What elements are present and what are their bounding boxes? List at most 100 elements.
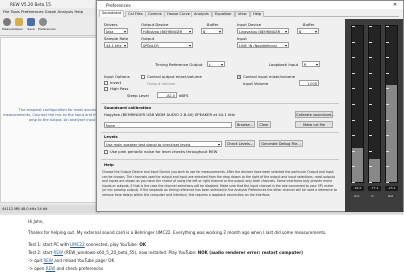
level-meter-0 bbox=[351, 25, 364, 183]
meter-tick bbox=[352, 26, 355, 27]
input-device-select[interactable]: Lingvaljgu (BEHRINGER bbox=[237, 28, 289, 34]
generate-debug-file-button[interactable]: Generate Debug File... bbox=[259, 140, 303, 147]
level-meter-fill bbox=[386, 85, 397, 182]
meter-tick bbox=[369, 104, 372, 105]
rew-window-title: REW V5.20 Beta 15 bbox=[0, 0, 100, 8]
drivers-select[interactable]: Java bbox=[104, 28, 128, 34]
meter-tick bbox=[386, 26, 389, 27]
input-volume-input[interactable]: 1.000 bbox=[299, 80, 319, 86]
tab-equaliser[interactable]: Equaliser bbox=[212, 11, 235, 17]
meter-tick bbox=[386, 72, 389, 74]
invert-checkbox[interactable] bbox=[104, 81, 108, 85]
output-volume-label: Output Volume bbox=[147, 81, 176, 86]
level-meter-label: Ref bbox=[388, 194, 393, 198]
input-select[interactable]: LINE_IN (Noodlefngrs) bbox=[237, 42, 289, 48]
invert-label: Invert bbox=[110, 80, 122, 85]
input-label: Input bbox=[237, 36, 247, 41]
level-meter-label: In bbox=[371, 194, 374, 198]
post-line-5: -> open REW and check preferences bbox=[28, 266, 104, 271]
levels-heading: Levels bbox=[104, 134, 118, 139]
help-heading: Help bbox=[104, 162, 114, 167]
tab-cal-files[interactable]: Cal Files bbox=[125, 11, 146, 17]
input-buffer-select[interactable]: 8 bbox=[297, 28, 319, 34]
meter-tick bbox=[369, 182, 372, 183]
sleep-level-unit: dBFS bbox=[179, 93, 189, 98]
preferences-tabs: Soundcard Cal Files Comms House Curve An… bbox=[99, 10, 399, 17]
output-device-select[interactable]: HiByAma (BEHRINGER bbox=[141, 28, 193, 34]
level-meter-value: -23.4 bbox=[385, 186, 398, 191]
rew-status-bar: 44112 MB 48.0 kHz 24 bit bbox=[0, 205, 100, 213]
levels-signal-select[interactable]: Use main speaker test signal to check/se… bbox=[104, 141, 222, 147]
make-cal-file-button[interactable]: Make cal file bbox=[295, 121, 333, 128]
preferences-button[interactable]: Preferences bbox=[38, 18, 56, 34]
meter-tick bbox=[369, 88, 372, 90]
meter-tick bbox=[352, 88, 355, 90]
umc22-link[interactable]: UMC22 bbox=[70, 242, 85, 247]
tab-soundcard[interactable]: Soundcard bbox=[99, 10, 125, 17]
microphone-icon bbox=[3, 18, 11, 26]
meter-tick bbox=[386, 166, 389, 168]
preferences-dialog: Preferences ✕ Soundcard Cal Files Comms … bbox=[96, 0, 404, 212]
input-volume-label: Input Volume bbox=[243, 81, 269, 86]
save-button[interactable]: Save bbox=[26, 18, 36, 34]
level-meter-value: -77.4 bbox=[368, 186, 381, 191]
level-meter-fill bbox=[369, 158, 380, 182]
level-meter-value: -66.5 bbox=[351, 186, 364, 191]
pink-noise-label: Use pink periodic noise for level checks… bbox=[110, 149, 218, 154]
browse-button[interactable]: Browse... bbox=[235, 121, 255, 128]
output-device-label: Output Device bbox=[141, 22, 169, 27]
meter-tick bbox=[386, 150, 389, 152]
sample-rate-select[interactable]: 44.1 kHz bbox=[104, 42, 128, 48]
meter-tick bbox=[369, 72, 372, 74]
timing-reference-label: Timing Reference Output bbox=[155, 62, 203, 67]
folder-icon bbox=[15, 18, 23, 26]
meter-tick bbox=[386, 119, 389, 121]
control-output-checkbox[interactable] bbox=[141, 75, 145, 79]
tab-help[interactable]: Help bbox=[250, 11, 265, 17]
meter-tick bbox=[352, 166, 355, 168]
timing-reference-select[interactable]: L bbox=[207, 61, 225, 67]
input-options-label: Input Options bbox=[104, 74, 130, 79]
pink-noise-checkbox[interactable] bbox=[104, 150, 108, 154]
level-meters-panel: -66.5 Out -77.4 In -23.4 Ref bbox=[345, 19, 403, 212]
meter-tick bbox=[352, 150, 355, 152]
meter-tick bbox=[352, 135, 355, 137]
tab-view[interactable]: View bbox=[235, 11, 250, 17]
check-levels-button[interactable]: Check Levels... bbox=[225, 140, 255, 147]
rew-link[interactable]: REW bbox=[53, 250, 62, 255]
tab-analysis[interactable]: Analysis bbox=[191, 11, 212, 17]
output-label: Output bbox=[141, 36, 155, 41]
output-buffer-select[interactable]: 8 bbox=[201, 28, 223, 34]
measure-button[interactable]: Measure bbox=[2, 18, 15, 34]
tab-comms[interactable]: Comms bbox=[145, 11, 165, 17]
meter-tick bbox=[386, 41, 389, 43]
forum-post: Hi John, Thanks for helping out. My exte… bbox=[0, 215, 404, 275]
loopback-input-select[interactable]: R bbox=[302, 61, 320, 67]
post-test-2: Test 2: start REW (REW_windows-x64_5_20_… bbox=[28, 250, 304, 255]
output-select[interactable]: SPDsLCR bbox=[141, 42, 193, 48]
tab-house-curve[interactable]: House Curve bbox=[164, 11, 194, 17]
meter-tick bbox=[352, 41, 355, 43]
meter-tick bbox=[369, 26, 372, 27]
sleep-level-input[interactable]: -82.0 bbox=[157, 92, 177, 98]
meter-tick bbox=[352, 57, 355, 59]
rew-link[interactable]: REW bbox=[43, 258, 52, 263]
close-icon[interactable]: ✕ bbox=[387, 1, 403, 9]
rew-link[interactable]: REW bbox=[46, 266, 55, 271]
input-device-label: Input Device bbox=[237, 22, 262, 27]
open-button[interactable]: Open bbox=[14, 18, 24, 34]
control-input-checkbox[interactable]: ✓ bbox=[237, 75, 241, 79]
high-pass-checkbox[interactable] bbox=[104, 87, 108, 91]
calibration-file-input[interactable]: None bbox=[104, 122, 232, 128]
meter-tick bbox=[369, 166, 372, 168]
meter-tick bbox=[369, 119, 372, 121]
drivers-label: Drivers bbox=[104, 22, 118, 27]
meter-tick bbox=[386, 182, 389, 183]
post-line-1: Thanks for helping out. My external soun… bbox=[28, 230, 327, 235]
output-buffer-label: Buffer bbox=[207, 22, 219, 27]
divider bbox=[101, 103, 339, 104]
calibrate-soundcard-button[interactable]: Calibrate soundcard... bbox=[295, 111, 335, 118]
clear-button[interactable]: Clear bbox=[257, 121, 271, 128]
dialog-title: Preferences bbox=[97, 1, 403, 9]
rew-menu-bar[interactable]: File Tools Preferences Graph Analysis He… bbox=[0, 9, 100, 15]
